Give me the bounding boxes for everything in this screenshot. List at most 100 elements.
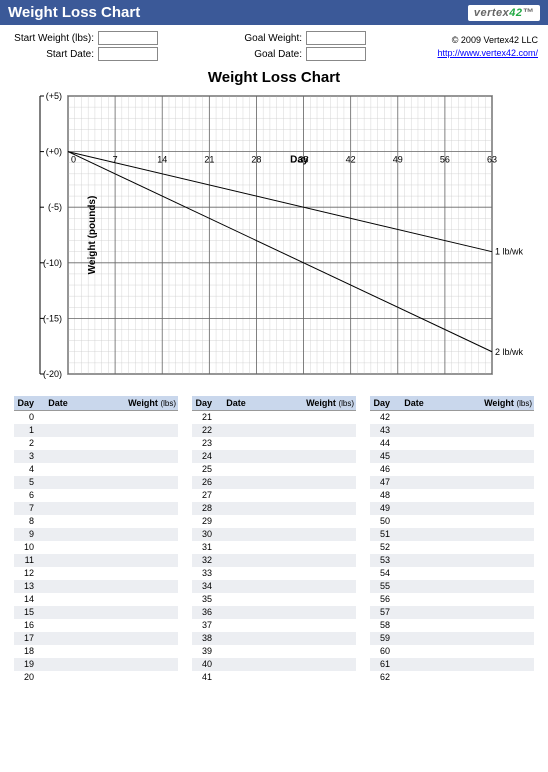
date-cell[interactable]	[394, 567, 434, 580]
date-cell[interactable]	[38, 580, 78, 593]
weight-cell[interactable]	[256, 645, 356, 658]
start-date-input[interactable]	[98, 47, 158, 61]
date-cell[interactable]	[38, 632, 78, 645]
weight-cell[interactable]	[434, 554, 534, 567]
date-cell[interactable]	[394, 424, 434, 437]
weight-cell[interactable]	[434, 645, 534, 658]
weight-cell[interactable]	[434, 658, 534, 671]
date-cell[interactable]	[216, 541, 256, 554]
weight-cell[interactable]	[78, 580, 178, 593]
vertex42-link[interactable]: http://www.vertex42.com/	[437, 48, 538, 58]
date-cell[interactable]	[394, 593, 434, 606]
weight-cell[interactable]	[78, 502, 178, 515]
weight-cell[interactable]	[434, 580, 534, 593]
weight-cell[interactable]	[78, 528, 178, 541]
date-cell[interactable]	[216, 606, 256, 619]
weight-cell[interactable]	[78, 541, 178, 554]
date-cell[interactable]	[394, 515, 434, 528]
date-cell[interactable]	[38, 645, 78, 658]
date-cell[interactable]	[216, 671, 256, 684]
date-cell[interactable]	[394, 554, 434, 567]
date-cell[interactable]	[38, 411, 78, 424]
weight-cell[interactable]	[434, 671, 534, 684]
date-cell[interactable]	[394, 541, 434, 554]
weight-cell[interactable]	[256, 541, 356, 554]
weight-cell[interactable]	[78, 437, 178, 450]
date-cell[interactable]	[38, 658, 78, 671]
date-cell[interactable]	[394, 580, 434, 593]
weight-cell[interactable]	[78, 606, 178, 619]
weight-cell[interactable]	[434, 515, 534, 528]
weight-cell[interactable]	[434, 450, 534, 463]
weight-cell[interactable]	[256, 658, 356, 671]
date-cell[interactable]	[38, 463, 78, 476]
weight-cell[interactable]	[256, 632, 356, 645]
weight-cell[interactable]	[434, 606, 534, 619]
weight-cell[interactable]	[78, 619, 178, 632]
date-cell[interactable]	[216, 411, 256, 424]
date-cell[interactable]	[394, 411, 434, 424]
date-cell[interactable]	[216, 476, 256, 489]
date-cell[interactable]	[394, 632, 434, 645]
date-cell[interactable]	[38, 593, 78, 606]
date-cell[interactable]	[216, 658, 256, 671]
weight-cell[interactable]	[78, 554, 178, 567]
date-cell[interactable]	[216, 632, 256, 645]
date-cell[interactable]	[394, 476, 434, 489]
date-cell[interactable]	[394, 658, 434, 671]
weight-cell[interactable]	[434, 437, 534, 450]
date-cell[interactable]	[216, 580, 256, 593]
weight-cell[interactable]	[78, 411, 178, 424]
date-cell[interactable]	[394, 463, 434, 476]
date-cell[interactable]	[216, 437, 256, 450]
weight-cell[interactable]	[434, 476, 534, 489]
date-cell[interactable]	[394, 645, 434, 658]
date-cell[interactable]	[38, 450, 78, 463]
weight-cell[interactable]	[256, 476, 356, 489]
weight-cell[interactable]	[256, 463, 356, 476]
weight-cell[interactable]	[256, 424, 356, 437]
date-cell[interactable]	[216, 463, 256, 476]
weight-cell[interactable]	[78, 567, 178, 580]
weight-cell[interactable]	[256, 619, 356, 632]
weight-cell[interactable]	[256, 554, 356, 567]
weight-cell[interactable]	[78, 515, 178, 528]
start-weight-input[interactable]	[98, 31, 158, 45]
date-cell[interactable]	[216, 424, 256, 437]
weight-cell[interactable]	[256, 437, 356, 450]
weight-cell[interactable]	[78, 632, 178, 645]
date-cell[interactable]	[38, 567, 78, 580]
date-cell[interactable]	[38, 541, 78, 554]
weight-cell[interactable]	[256, 528, 356, 541]
date-cell[interactable]	[38, 437, 78, 450]
goal-date-input[interactable]	[306, 47, 366, 61]
weight-cell[interactable]	[256, 515, 356, 528]
weight-cell[interactable]	[434, 424, 534, 437]
date-cell[interactable]	[38, 502, 78, 515]
weight-cell[interactable]	[434, 619, 534, 632]
date-cell[interactable]	[394, 528, 434, 541]
date-cell[interactable]	[38, 424, 78, 437]
date-cell[interactable]	[38, 528, 78, 541]
date-cell[interactable]	[216, 502, 256, 515]
date-cell[interactable]	[38, 606, 78, 619]
weight-cell[interactable]	[78, 424, 178, 437]
weight-cell[interactable]	[256, 671, 356, 684]
weight-cell[interactable]	[434, 593, 534, 606]
date-cell[interactable]	[394, 502, 434, 515]
date-cell[interactable]	[216, 554, 256, 567]
weight-cell[interactable]	[434, 411, 534, 424]
date-cell[interactable]	[38, 619, 78, 632]
date-cell[interactable]	[394, 619, 434, 632]
weight-cell[interactable]	[434, 541, 534, 554]
weight-cell[interactable]	[78, 476, 178, 489]
weight-cell[interactable]	[256, 580, 356, 593]
weight-cell[interactable]	[256, 502, 356, 515]
weight-cell[interactable]	[78, 658, 178, 671]
date-cell[interactable]	[38, 515, 78, 528]
weight-cell[interactable]	[256, 606, 356, 619]
weight-cell[interactable]	[256, 489, 356, 502]
weight-cell[interactable]	[78, 489, 178, 502]
date-cell[interactable]	[394, 606, 434, 619]
weight-cell[interactable]	[78, 671, 178, 684]
